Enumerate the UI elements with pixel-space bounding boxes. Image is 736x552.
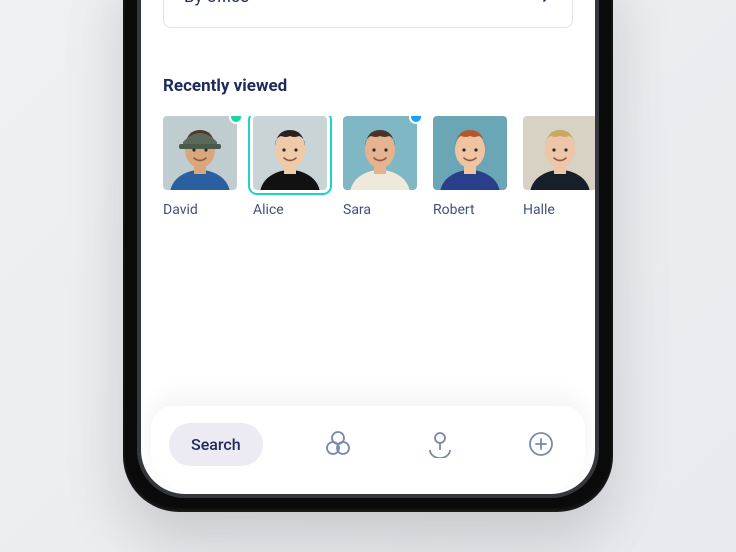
bottom-nav: Search	[151, 406, 585, 494]
filter-card: By office	[163, 0, 573, 28]
person-name: Halle	[523, 202, 595, 218]
plus-circle-icon	[527, 430, 555, 458]
status-dot	[231, 116, 241, 122]
person-name: Sara	[343, 202, 417, 218]
nav-profile-button[interactable]	[414, 422, 466, 466]
filter-row-by-office[interactable]: By office	[164, 0, 572, 27]
nav-groups-button[interactable]	[312, 422, 364, 466]
person-icon	[426, 430, 454, 458]
avatar	[343, 116, 417, 190]
avatar-image	[523, 116, 595, 190]
filter-label-by-office: By office	[184, 0, 249, 7]
recently-viewed-title: Recently viewed	[163, 76, 573, 96]
person-name: Robert	[433, 202, 507, 218]
recently-viewed-list[interactable]: David Alice Sara	[163, 116, 595, 218]
avatar-image	[253, 116, 327, 190]
person-card[interactable]: Halle	[523, 116, 595, 218]
avatar-image	[343, 116, 417, 190]
screen: By office Recently viewed David	[141, 0, 595, 494]
phone-inner-bezel: By office Recently viewed David	[137, 0, 599, 498]
person-name: David	[163, 202, 237, 218]
avatar	[523, 116, 595, 190]
avatar	[253, 116, 327, 190]
person-card[interactable]: Robert	[433, 116, 507, 218]
person-card[interactable]: Sara	[343, 116, 417, 218]
circles-icon	[323, 430, 353, 458]
nav-search-label: Search	[191, 435, 241, 454]
phone-frame: By office Recently viewed David	[123, 0, 613, 512]
avatar-image	[433, 116, 507, 190]
person-card[interactable]: David	[163, 116, 237, 218]
avatar-image	[163, 116, 237, 190]
person-name: Alice	[253, 202, 327, 218]
nav-add-button[interactable]	[515, 422, 567, 466]
avatar	[163, 116, 237, 190]
person-card[interactable]: Alice	[253, 116, 327, 218]
status-dot	[411, 116, 421, 122]
nav-search-button[interactable]: Search	[169, 423, 263, 466]
content-area: By office Recently viewed David	[141, 0, 595, 494]
avatar	[433, 116, 507, 190]
chevron-right-icon	[542, 0, 552, 7]
